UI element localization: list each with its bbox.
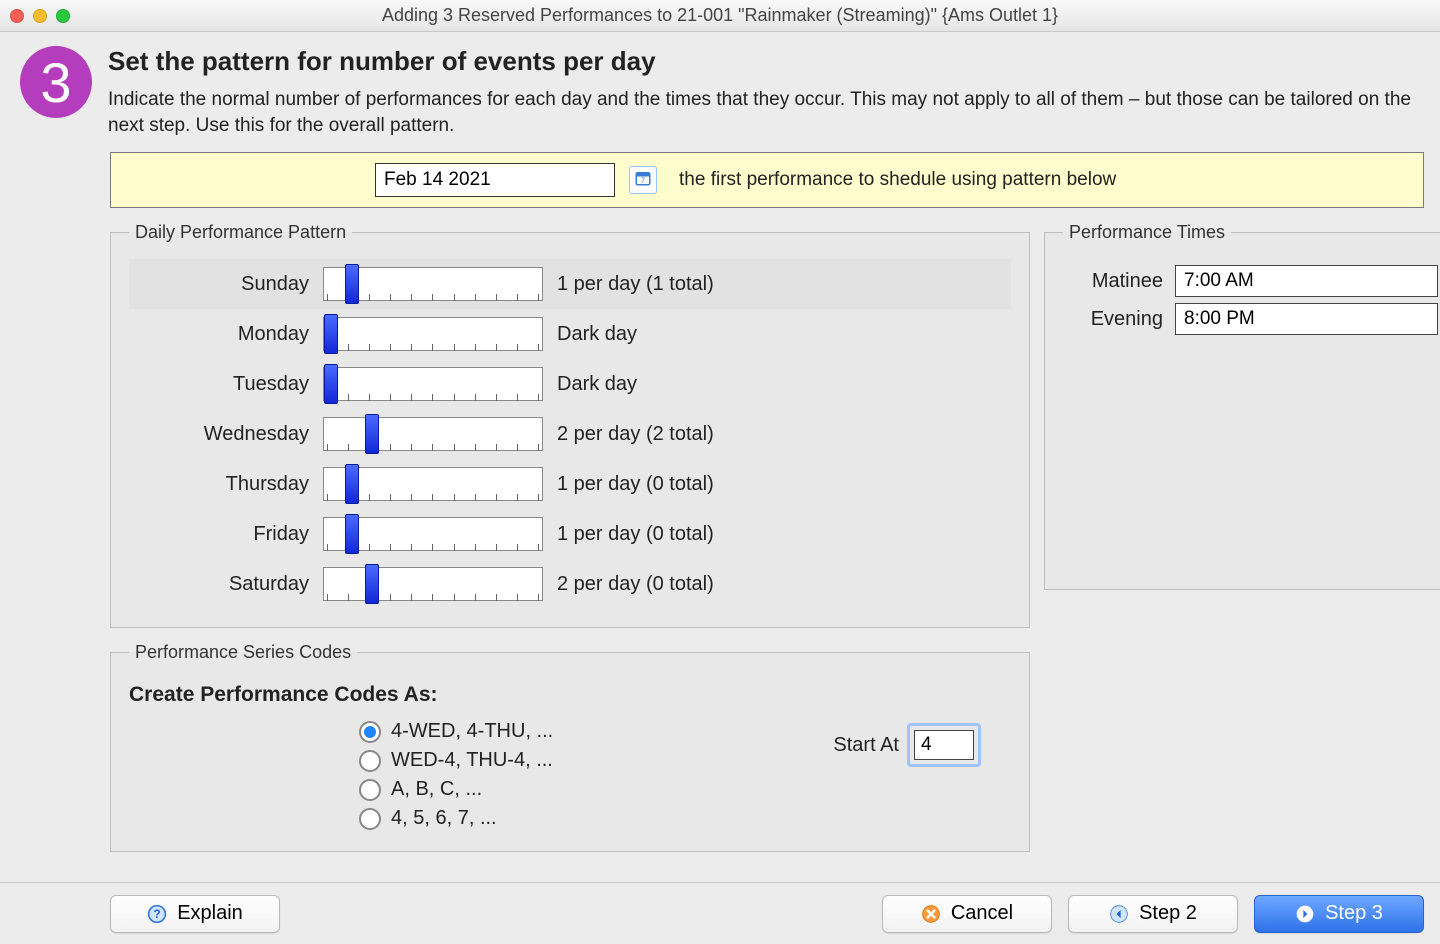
start-at-label: Start At <box>833 734 899 757</box>
series-codes-legend: Performance Series Codes <box>129 642 357 663</box>
day-row-saturday: Saturday 2 per day (0 total) <box>129 559 1011 609</box>
day-value: Dark day <box>557 373 637 396</box>
back-icon <box>1109 904 1129 924</box>
step-3-button[interactable]: Step 3 <box>1254 895 1424 933</box>
day-label: Tuesday <box>129 373 309 396</box>
radio-icon <box>359 808 381 830</box>
daily-pattern-legend: Daily Performance Pattern <box>129 222 352 243</box>
series-codes-group: Performance Series Codes Create Performa… <box>110 642 1030 852</box>
slider-thumb[interactable] <box>365 564 379 604</box>
slider-thumb[interactable] <box>345 464 359 504</box>
day-label: Saturday <box>129 573 309 596</box>
code-format-label: A, B, C, ... <box>391 778 482 801</box>
day-row-tuesday: Tuesday Dark day <box>129 359 1011 409</box>
start-at-input[interactable] <box>914 730 974 760</box>
content: 3 Set the pattern for number of events p… <box>0 32 1440 882</box>
cancel-button[interactable]: Cancel <box>882 895 1052 933</box>
time-label: Matinee <box>1063 270 1163 293</box>
close-window-button[interactable] <box>10 9 24 23</box>
day-row-wednesday: Wednesday 2 per day (2 total) <box>129 409 1011 459</box>
series-codes-heading: Create Performance Codes As: <box>129 683 1011 707</box>
svg-text:?: ? <box>154 908 161 921</box>
day-slider-saturday[interactable] <box>323 567 543 601</box>
performance-times-group: Performance Times Matinee Evening <box>1044 222 1440 590</box>
forward-icon <box>1295 904 1315 924</box>
slider-thumb[interactable] <box>345 514 359 554</box>
code-format-label: 4-WED, 4-THU, ... <box>391 720 553 743</box>
code-format-option-2[interactable]: A, B, C, ... <box>129 775 1011 804</box>
step-2-button[interactable]: Step 2 <box>1068 895 1238 933</box>
day-value: 2 per day (0 total) <box>557 573 714 596</box>
day-label: Thursday <box>129 473 309 496</box>
day-row-friday: Friday 1 per day (0 total) <box>129 509 1011 559</box>
first-performance-caption: the first performance to shedule using p… <box>679 169 1116 191</box>
radio-icon <box>359 721 381 743</box>
day-slider-thursday[interactable] <box>323 467 543 501</box>
step-number-badge: 3 <box>20 46 92 118</box>
day-row-monday: Monday Dark day <box>129 309 1011 359</box>
slider-thumb[interactable] <box>365 414 379 454</box>
minimize-window-button[interactable] <box>33 9 47 23</box>
day-value: 2 per day (2 total) <box>557 423 714 446</box>
radio-icon <box>359 750 381 772</box>
day-value: 1 per day (1 total) <box>557 273 714 296</box>
step-2-label: Step 2 <box>1139 902 1197 925</box>
code-format-option-3[interactable]: 4, 5, 6, 7, ... <box>129 804 1011 833</box>
titlebar: Adding 3 Reserved Performances to 21-001… <box>0 0 1440 32</box>
day-slider-sunday[interactable] <box>323 267 543 301</box>
window: Adding 3 Reserved Performances to 21-001… <box>0 0 1440 944</box>
svg-text:7: 7 <box>641 175 645 184</box>
explain-button[interactable]: ? Explain <box>110 895 280 933</box>
help-icon: ? <box>147 904 167 924</box>
code-format-label: WED-4, THU-4, ... <box>391 749 553 772</box>
cancel-icon <box>921 904 941 924</box>
day-row-sunday: Sunday 1 per day (1 total) <box>129 259 1011 309</box>
first-performance-date-input[interactable] <box>375 163 615 197</box>
cancel-label: Cancel <box>951 902 1013 925</box>
explain-label: Explain <box>177 902 243 925</box>
code-format-label: 4, 5, 6, 7, ... <box>391 807 497 830</box>
step-3-label: Step 3 <box>1325 902 1383 925</box>
page-title: Set the pattern for number of events per… <box>108 46 1420 77</box>
slider-thumb[interactable] <box>345 264 359 304</box>
header: 3 Set the pattern for number of events p… <box>16 42 1424 148</box>
day-label: Monday <box>129 323 309 346</box>
radio-icon <box>359 779 381 801</box>
zoom-window-button[interactable] <box>56 9 70 23</box>
page-description: Indicate the normal number of performanc… <box>108 87 1420 138</box>
day-slider-monday[interactable] <box>323 317 543 351</box>
day-label: Wednesday <box>129 423 309 446</box>
daily-pattern-group: Daily Performance Pattern Sunday 1 per da… <box>110 222 1030 628</box>
first-performance-bar: 7 the first performance to shedule using… <box>110 152 1424 208</box>
calendar-picker-button[interactable]: 7 <box>629 166 657 194</box>
day-label: Sunday <box>129 273 309 296</box>
day-value: 1 per day (0 total) <box>557 473 714 496</box>
slider-thumb[interactable] <box>324 314 338 354</box>
calendar-icon: 7 <box>634 169 652 192</box>
day-slider-tuesday[interactable] <box>323 367 543 401</box>
performance-times-legend: Performance Times <box>1063 222 1231 243</box>
time-label: Evening <box>1063 308 1163 331</box>
day-value: 1 per day (0 total) <box>557 523 714 546</box>
slider-thumb[interactable] <box>324 364 338 404</box>
day-value: Dark day <box>557 323 637 346</box>
window-controls <box>10 9 70 23</box>
day-slider-friday[interactable] <box>323 517 543 551</box>
time-row-evening: Evening <box>1063 303 1438 335</box>
matinee-time-input[interactable] <box>1175 265 1438 297</box>
start-at-field: Start At <box>833 723 981 767</box>
window-title: Adding 3 Reserved Performances to 21-001… <box>70 5 1370 26</box>
evening-time-input[interactable] <box>1175 303 1438 335</box>
day-slider-wednesday[interactable] <box>323 417 543 451</box>
time-row-matinee: Matinee <box>1063 265 1438 297</box>
day-row-thursday: Thursday 1 per day (0 total) <box>129 459 1011 509</box>
day-label: Friday <box>129 523 309 546</box>
footer: ? Explain Cancel Step 2 Step 3 <box>0 882 1440 944</box>
